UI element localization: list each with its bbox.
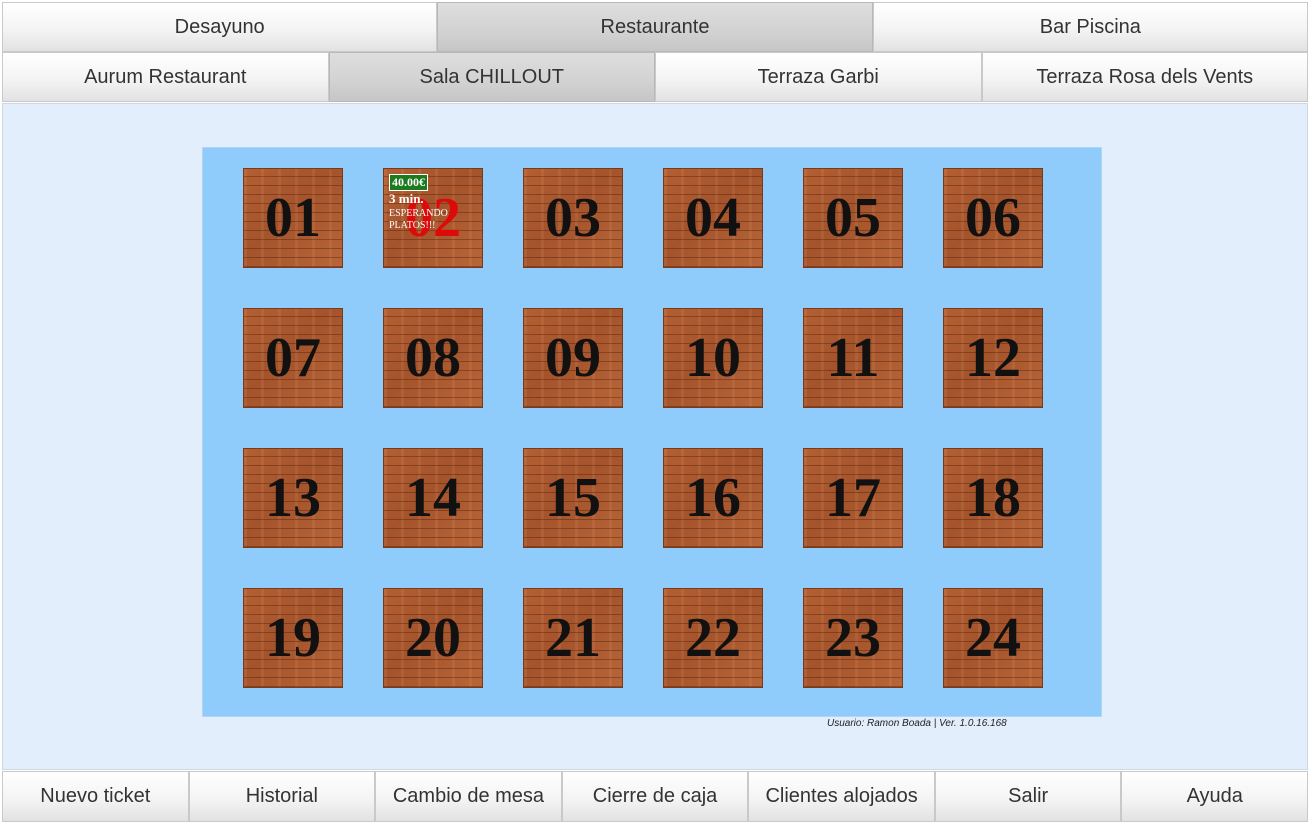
table-number: 03 <box>545 187 601 249</box>
change-table-button[interactable]: Cambio de mesa <box>375 771 562 822</box>
table-amount-badge: 40.00€ <box>389 174 428 191</box>
table-14[interactable]: 14 <box>383 448 483 548</box>
subtab-terraza-garbi[interactable]: Terraza Garbi <box>655 52 982 102</box>
table-number: 22 <box>685 607 741 669</box>
table-number: 19 <box>265 607 321 669</box>
tab-restaurante[interactable]: Restaurante <box>437 2 873 52</box>
table-number: 12 <box>965 327 1021 389</box>
table-number: 07 <box>265 327 321 389</box>
exit-button[interactable]: Salir <box>934 771 1122 822</box>
table-number: 24 <box>965 607 1021 669</box>
table-number: 11 <box>826 327 880 389</box>
table-status-text: ESPERANDO PLATOS!!! <box>389 208 448 231</box>
table-number: 15 <box>545 467 601 529</box>
top-tab-bar: Desayuno Restaurante Bar Piscina <box>2 2 1308 52</box>
table-02[interactable]: 02 40.00€ 3 min. ESPERANDO PLATOS!!! <box>383 168 483 268</box>
table-number: 06 <box>965 187 1021 249</box>
table-number: 16 <box>685 467 741 529</box>
table-17[interactable]: 17 <box>803 448 903 548</box>
history-button[interactable]: Historial <box>188 771 376 822</box>
table-19[interactable]: 19 <box>243 588 343 688</box>
table-number: 05 <box>825 187 881 249</box>
tab-bar-piscina[interactable]: Bar Piscina <box>872 2 1308 52</box>
table-number: 17 <box>825 467 881 529</box>
close-register-button[interactable]: Cierre de caja <box>561 771 749 822</box>
table-16[interactable]: 16 <box>663 448 763 548</box>
subtab-terraza-rosa-dels-vents[interactable]: Terraza Rosa dels Vents <box>981 52 1308 102</box>
table-22[interactable]: 22 <box>663 588 763 688</box>
table-03[interactable]: 03 <box>523 168 623 268</box>
floor-plan: 01 02 40.00€ 3 min. ESPERANDO PLATOS!!! 03 04 0… <box>202 147 1102 717</box>
table-number: 18 <box>965 467 1021 529</box>
table-number: 13 <box>265 467 321 529</box>
user-version-status: Usuario: Ramon Boada | Ver. 1.0.16.168 <box>827 718 1007 729</box>
table-number: 14 <box>405 467 461 529</box>
table-elapsed-time: 3 min. <box>389 191 424 206</box>
table-21[interactable]: 21 <box>523 588 623 688</box>
table-number: 10 <box>685 327 741 389</box>
table-06[interactable]: 06 <box>943 168 1043 268</box>
table-24[interactable]: 24 <box>943 588 1043 688</box>
table-number: 23 <box>825 607 881 669</box>
table-04[interactable]: 04 <box>663 168 763 268</box>
table-number: 08 <box>405 327 461 389</box>
hosted-guests-button[interactable]: Clientes alojados <box>748 771 935 822</box>
table-15[interactable]: 15 <box>523 448 623 548</box>
table-18[interactable]: 18 <box>943 448 1043 548</box>
subtab-aurum-restaurant[interactable]: Aurum Restaurant <box>2 52 329 102</box>
table-09[interactable]: 09 <box>523 308 623 408</box>
new-ticket-button[interactable]: Nuevo ticket <box>2 771 189 822</box>
table-07[interactable]: 07 <box>243 308 343 408</box>
table-05[interactable]: 05 <box>803 168 903 268</box>
table-01[interactable]: 01 <box>243 168 343 268</box>
table-13[interactable]: 13 <box>243 448 343 548</box>
table-20[interactable]: 20 <box>383 588 483 688</box>
table-number: 04 <box>685 187 741 249</box>
help-button[interactable]: Ayuda <box>1121 771 1309 822</box>
table-number: 21 <box>545 607 601 669</box>
tab-desayuno[interactable]: Desayuno <box>2 2 438 52</box>
main-area: 01 02 40.00€ 3 min. ESPERANDO PLATOS!!! 03 04 0… <box>2 103 1308 770</box>
table-11[interactable]: 11 <box>803 308 903 408</box>
table-number: 09 <box>545 327 601 389</box>
table-23[interactable]: 23 <box>803 588 903 688</box>
table-number: 01 <box>265 187 321 249</box>
table-12[interactable]: 12 <box>943 308 1043 408</box>
table-number: 20 <box>405 607 461 669</box>
footer-toolbar: Nuevo ticket Historial Cambio de mesa Ci… <box>2 771 1309 822</box>
table-08[interactable]: 08 <box>383 308 483 408</box>
sub-tab-bar: Aurum Restaurant Sala CHILLOUT Terraza G… <box>2 52 1308 102</box>
table-10[interactable]: 10 <box>663 308 763 408</box>
subtab-sala-chillout[interactable]: Sala CHILLOUT <box>328 52 655 102</box>
